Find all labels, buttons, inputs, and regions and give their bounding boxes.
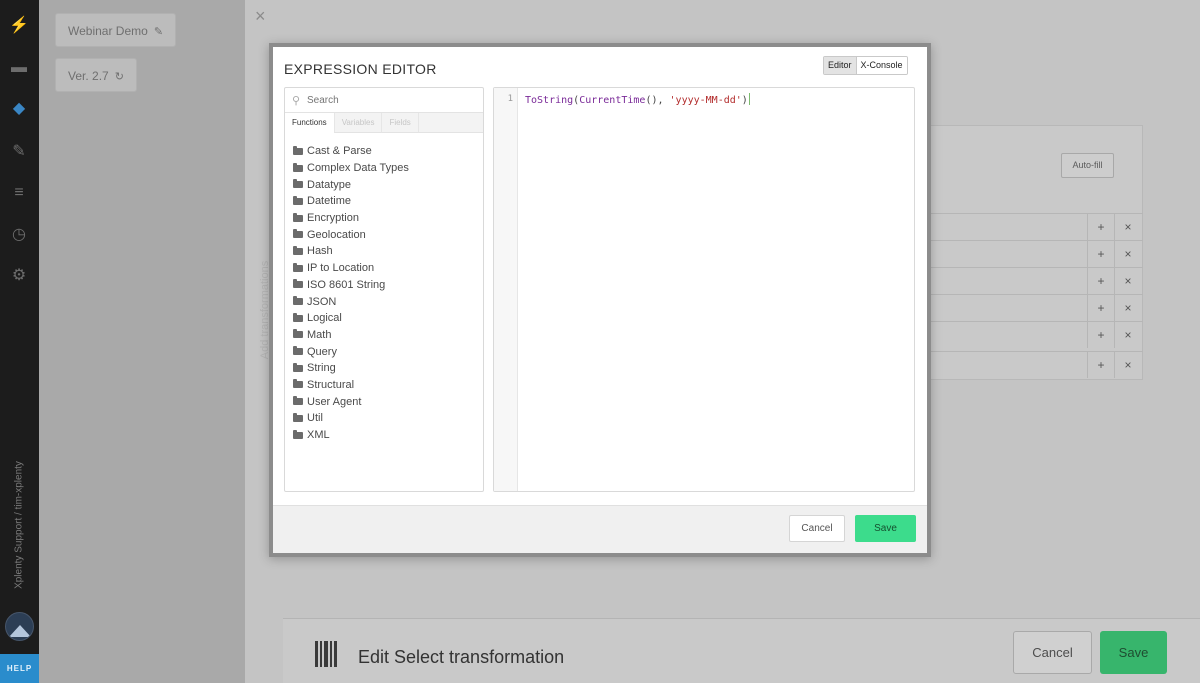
help-button[interactable]: HELP bbox=[0, 654, 39, 683]
folder-icon bbox=[293, 429, 303, 439]
add-row-icon[interactable]: + bbox=[1087, 322, 1114, 348]
transformation-cancel-button[interactable]: Cancel bbox=[1013, 631, 1092, 674]
remove-row-icon[interactable]: × bbox=[1114, 268, 1141, 294]
folder-icon bbox=[293, 346, 303, 356]
edit-icon[interactable]: ✎ bbox=[8, 141, 30, 163]
line-number: 1 bbox=[507, 94, 513, 104]
main-nav: ⚡ ▬ ◆ ✎ ≡ ◷ ⚙ Xplenty Support / tim-xple… bbox=[0, 0, 39, 683]
list-item[interactable]: Util bbox=[293, 410, 409, 427]
list-item[interactable]: Encryption bbox=[293, 210, 409, 227]
transformation-save-button[interactable]: Save bbox=[1100, 631, 1167, 674]
add-row-icon[interactable]: + bbox=[1087, 352, 1114, 378]
code-editor[interactable]: 1 ToString(CurrentTime(), 'yyyy-MM-dd') bbox=[493, 87, 915, 492]
bolt-icon[interactable]: ⚡ bbox=[8, 15, 30, 37]
text-cursor bbox=[748, 93, 750, 105]
list-item[interactable]: Math bbox=[293, 327, 409, 344]
add-row-icon[interactable]: + bbox=[1087, 241, 1114, 267]
remove-row-icon[interactable]: × bbox=[1114, 241, 1141, 267]
folder-icon bbox=[293, 329, 303, 339]
package-name-pill[interactable]: Webinar Demo ✎ bbox=[55, 13, 177, 47]
folder-icon bbox=[293, 362, 303, 372]
folder-icon bbox=[293, 279, 303, 289]
tab-variables[interactable]: Variables bbox=[333, 113, 382, 133]
list-item[interactable]: Structural bbox=[293, 377, 409, 394]
list-item[interactable]: IP to Location bbox=[293, 260, 409, 277]
search-input[interactable] bbox=[307, 92, 475, 108]
list-icon[interactable]: ≡ bbox=[8, 182, 30, 204]
search-icon: ⚲ bbox=[292, 95, 301, 107]
browser-tabs: Functions Variables Fields bbox=[285, 113, 483, 133]
pencil-icon: ✎ bbox=[153, 26, 164, 38]
add-row-icon[interactable]: + bbox=[1087, 214, 1114, 240]
tabs-spacer bbox=[417, 113, 483, 133]
close-icon[interactable]: × bbox=[255, 6, 266, 27]
select-transformation-icon bbox=[315, 641, 339, 667]
list-item[interactable]: JSON bbox=[293, 293, 409, 310]
remove-row-icon[interactable]: × bbox=[1114, 352, 1141, 378]
list-item[interactable]: Hash bbox=[293, 243, 409, 260]
tab-editor[interactable]: Editor bbox=[824, 57, 857, 74]
remove-row-icon[interactable]: × bbox=[1114, 214, 1141, 240]
modal-footer: Cancel Save bbox=[273, 505, 927, 553]
tab-fields[interactable]: Fields bbox=[381, 113, 418, 133]
list-item[interactable]: String bbox=[293, 360, 409, 377]
avatar[interactable] bbox=[5, 612, 34, 641]
folder-icon bbox=[293, 379, 303, 389]
version-pill[interactable]: Ver. 2.7 ↻ bbox=[55, 58, 137, 92]
list-item[interactable]: Query bbox=[293, 343, 409, 360]
transformation-title: Edit Select transformation bbox=[358, 647, 565, 667]
list-item[interactable]: ISO 8601 String bbox=[293, 277, 409, 294]
account-label[interactable]: Xplenty Support / tim-xplenty bbox=[8, 440, 30, 610]
folder-icon bbox=[293, 412, 303, 422]
list-item[interactable]: Complex Data Types bbox=[293, 160, 409, 177]
search-box: ⚲ bbox=[285, 88, 483, 113]
editor-mode-toggle: Editor X-Console bbox=[823, 56, 908, 75]
save-button[interactable]: Save bbox=[855, 515, 916, 542]
tab-functions[interactable]: Functions bbox=[285, 113, 334, 133]
list-item[interactable]: Datatype bbox=[293, 176, 409, 193]
folder-icon bbox=[293, 296, 303, 306]
history-icon: ↻ bbox=[114, 71, 124, 83]
cancel-button[interactable]: Cancel bbox=[789, 515, 845, 542]
remove-row-icon[interactable]: × bbox=[1114, 322, 1141, 348]
clock-icon[interactable]: ◷ bbox=[8, 224, 30, 246]
line-gutter: 1 bbox=[494, 88, 518, 491]
folder-icon bbox=[293, 245, 303, 255]
package-panel: Webinar Demo ✎ Ver. 2.7 ↻ bbox=[39, 0, 245, 683]
folder-icon bbox=[293, 195, 303, 205]
folder-icon bbox=[293, 162, 303, 172]
transformation-footer: Edit Select transformation Cancel Save bbox=[283, 618, 1200, 683]
list-item[interactable]: User Agent bbox=[293, 393, 409, 410]
gear-icon[interactable]: ⚙ bbox=[8, 265, 30, 287]
list-item[interactable]: Geolocation bbox=[293, 226, 409, 243]
function-category-list: Cast & Parse Complex Data Types Datatype… bbox=[293, 143, 409, 443]
folder-icon bbox=[293, 145, 303, 155]
add-row-icon[interactable]: + bbox=[1087, 295, 1114, 321]
autofill-button[interactable]: Auto-fill bbox=[1061, 153, 1114, 178]
inbox-icon[interactable]: ▬ bbox=[8, 57, 30, 79]
folder-icon bbox=[293, 312, 303, 322]
folder-icon bbox=[293, 229, 303, 239]
modal-title: EXPRESSION EDITOR bbox=[284, 61, 437, 77]
folder-icon bbox=[293, 396, 303, 406]
folder-icon bbox=[293, 262, 303, 272]
list-item[interactable]: Logical bbox=[293, 310, 409, 327]
folder-icon bbox=[293, 179, 303, 189]
remove-row-icon[interactable]: × bbox=[1114, 295, 1141, 321]
list-item[interactable]: XML bbox=[293, 427, 409, 444]
list-item[interactable]: Datetime bbox=[293, 193, 409, 210]
expression-code[interactable]: ToString(CurrentTime(), 'yyyy-MM-dd') bbox=[525, 93, 750, 106]
list-item[interactable]: Cast & Parse bbox=[293, 143, 409, 160]
tab-x-console[interactable]: X-Console bbox=[856, 57, 907, 74]
folder-icon bbox=[293, 212, 303, 222]
function-browser: ⚲ Functions Variables Fields Cast & Pars… bbox=[284, 87, 484, 492]
layers-icon[interactable]: ◆ bbox=[8, 98, 30, 120]
add-row-icon[interactable]: + bbox=[1087, 268, 1114, 294]
expression-editor-modal: EXPRESSION EDITOR Editor X-Console ⚲ Fun… bbox=[269, 43, 931, 557]
